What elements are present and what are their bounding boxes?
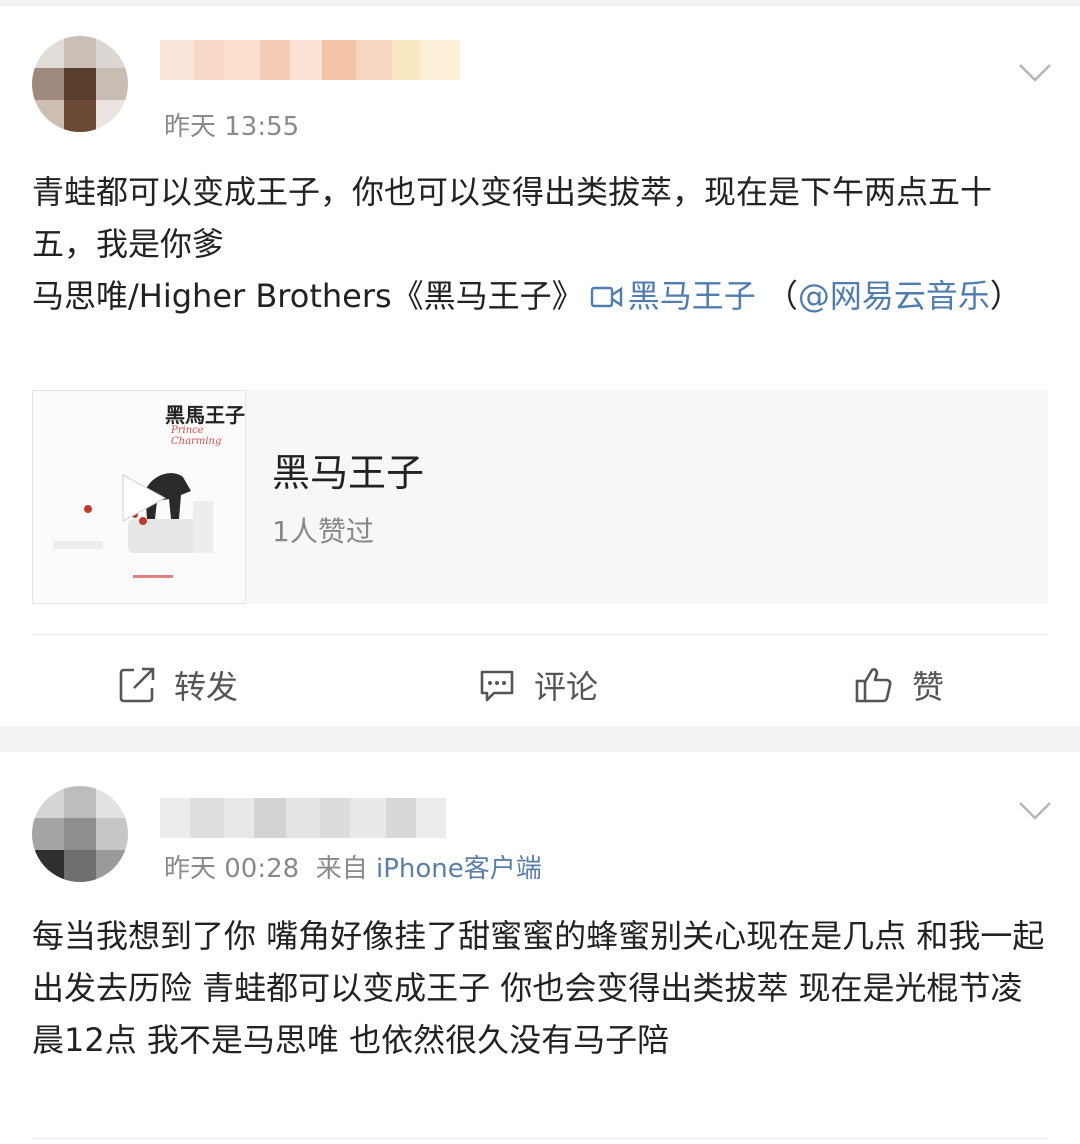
comment-icon bbox=[480, 670, 514, 702]
divider bbox=[32, 1138, 1048, 1139]
card-title: 黑马王子 bbox=[272, 451, 425, 495]
card-likes: 1人赞过 bbox=[272, 515, 374, 548]
repost-button[interactable]: 转发 bbox=[118, 662, 238, 708]
username-blurred[interactable] bbox=[160, 798, 446, 838]
mention-link[interactable]: @网易云音乐 bbox=[798, 277, 990, 315]
post-text: 青蛙都可以变成王子，你也可以变得出类拔萃，现在是下午两点五十五，我是你爹 马思唯… bbox=[32, 173, 1022, 315]
post-time: 昨天 00:28 bbox=[164, 854, 300, 884]
weibo-post: 昨天 00:28 来自 iPhone客户端 每当我想到了你 嘴角好像挂了甜蜜蜜的… bbox=[0, 752, 1080, 1144]
post-time: 昨天 13:55 bbox=[164, 112, 300, 142]
username-blurred[interactable] bbox=[160, 40, 460, 80]
avatar[interactable] bbox=[32, 786, 128, 882]
post-meta: 昨天 00:28 来自 iPhone客户端 bbox=[164, 848, 542, 885]
chevron-down-icon[interactable] bbox=[1018, 62, 1052, 84]
play-icon[interactable] bbox=[119, 473, 167, 523]
video-link[interactable]: 黑马王子 bbox=[584, 277, 756, 315]
chevron-down-icon[interactable] bbox=[1018, 800, 1052, 822]
comment-button[interactable]: 评论 bbox=[478, 662, 598, 708]
album-cover: 黑馬王子 Prince Charming bbox=[32, 390, 246, 604]
divider bbox=[32, 634, 1048, 635]
music-card[interactable]: 黑馬王子 Prince Charming 黑马王子 1人赞过 bbox=[32, 390, 1048, 604]
repost-icon bbox=[119, 667, 155, 703]
weibo-post: 昨天 13:55 青蛙都可以变成王子，你也可以变得出类拔萃，现在是下午两点五十五… bbox=[0, 6, 1080, 726]
avatar[interactable] bbox=[32, 36, 128, 132]
post-text: 每当我想到了你 嘴角好像挂了甜蜜蜜的蜂蜜别关心现在是几点 和我一起出发去历险 青… bbox=[32, 917, 1045, 1059]
like-button[interactable]: 赞 bbox=[854, 662, 944, 708]
post-source-link[interactable]: iPhone客户端 bbox=[376, 854, 542, 884]
thumbs-up-icon bbox=[855, 668, 892, 703]
source-prefix: 来自 bbox=[315, 854, 368, 884]
video-link-icon bbox=[590, 286, 622, 308]
